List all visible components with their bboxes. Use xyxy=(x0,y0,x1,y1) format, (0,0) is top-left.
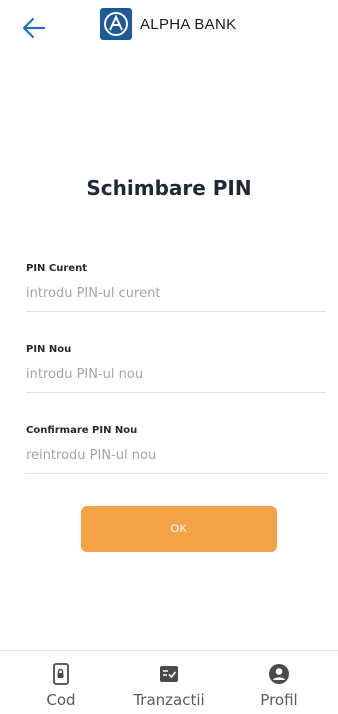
current-pin-field: PIN Curent xyxy=(26,263,326,312)
tab-cod[interactable]: Cod xyxy=(6,663,116,709)
new-pin-input[interactable] xyxy=(26,367,326,382)
brand: ALPHA BANK xyxy=(100,8,236,40)
current-pin-underline xyxy=(26,311,326,312)
ok-button[interactable]: OK xyxy=(81,506,277,552)
page-title: Schimbare PIN xyxy=(86,176,252,200)
current-pin-label: PIN Curent xyxy=(26,263,87,274)
tab-profil-label: Profil xyxy=(260,691,298,709)
brand-name: ALPHA BANK xyxy=(140,15,237,33)
user-circle-icon xyxy=(269,664,289,684)
confirm-pin-field: Confirmare PIN Nou xyxy=(26,425,326,474)
tab-tranzactii[interactable]: Tranzactii xyxy=(114,663,224,709)
tab-tranzactii-label: Tranzactii xyxy=(133,691,205,709)
confirm-pin-input[interactable] xyxy=(26,448,326,463)
current-pin-input[interactable] xyxy=(26,286,326,301)
tab-profil[interactable]: Profil xyxy=(224,663,334,709)
list-check-icon xyxy=(160,666,178,682)
phone-lock-icon xyxy=(53,663,69,685)
arrow-left-icon[interactable] xyxy=(20,14,48,42)
tab-cod-label: Cod xyxy=(46,691,76,709)
app-header: ALPHA BANK xyxy=(0,0,338,56)
confirm-pin-underline xyxy=(26,473,326,474)
bottom-tab-bar: Cod Tranzactii Profil xyxy=(0,650,338,714)
new-pin-field: PIN Nou xyxy=(26,344,326,393)
confirm-pin-label: Confirmare PIN Nou xyxy=(26,425,138,436)
new-pin-label: PIN Nou xyxy=(26,344,72,355)
alpha-bank-logo xyxy=(100,8,132,40)
new-pin-underline xyxy=(26,392,326,393)
